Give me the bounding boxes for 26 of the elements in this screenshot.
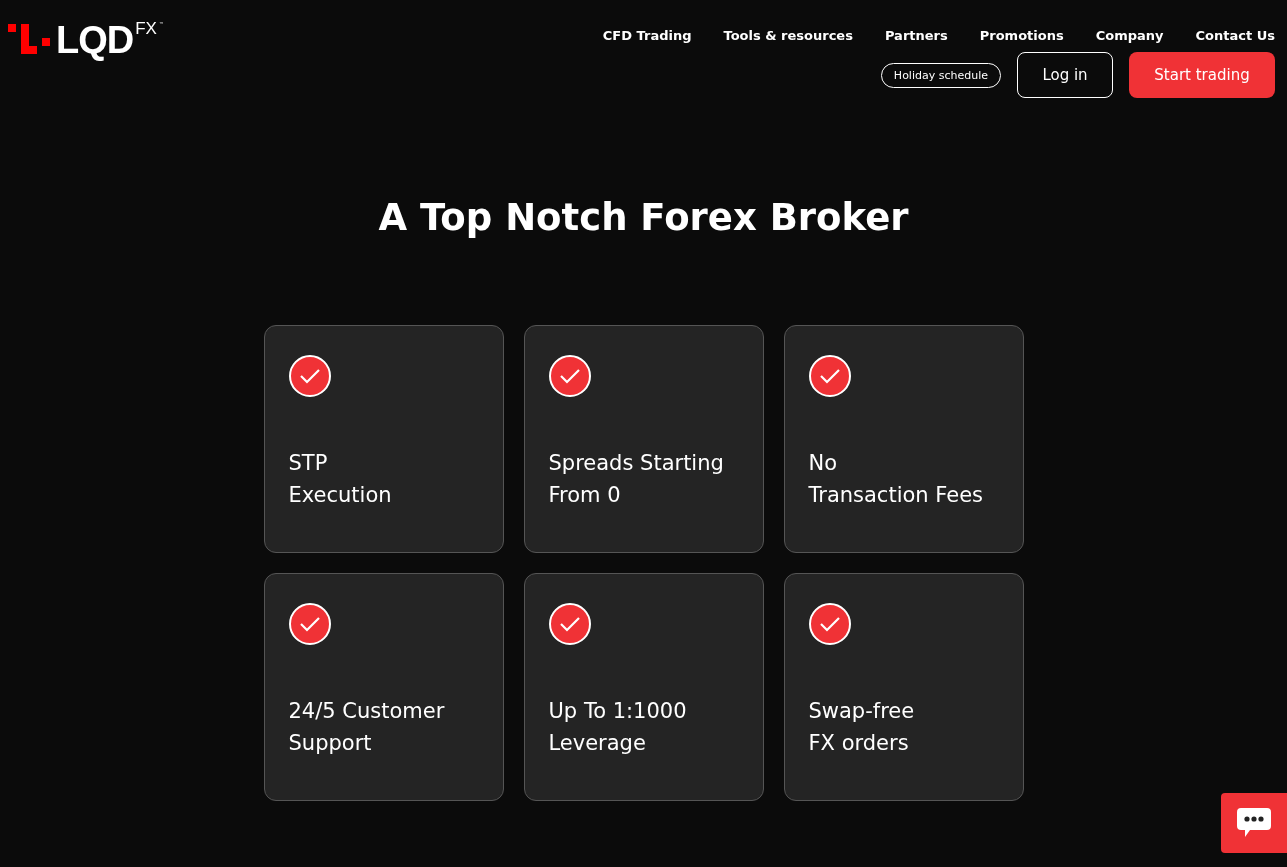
check-icon: [548, 603, 591, 645]
nav-link[interactable]: Tools & resources: [723, 28, 853, 43]
check-icon: [288, 603, 331, 645]
nav-link[interactable]: Contact Us: [1195, 28, 1275, 43]
check-icon: [288, 355, 331, 397]
login-button[interactable]: Log in: [1017, 52, 1113, 98]
nav-link[interactable]: CFD Trading: [602, 28, 692, 43]
feature-title: 24/5 Customer Support: [288, 698, 446, 757]
feature-title: STP Execution: [288, 450, 393, 509]
check-icon: [548, 355, 591, 397]
nav-link[interactable]: Company: [1095, 28, 1164, 43]
logo-icon: [8, 24, 50, 54]
check-icon: [808, 603, 851, 645]
logo-text: LQD: [56, 20, 134, 60]
start-trading-button[interactable]: Start trading: [1129, 52, 1275, 98]
chat-icon: [1237, 808, 1271, 838]
chat-button[interactable]: [1221, 793, 1287, 853]
nav-link[interactable]: Partners: [884, 28, 948, 43]
feature-title: Spreads Starting From 0: [548, 450, 725, 509]
check-icon: [808, 355, 851, 397]
feature-title: Up To 1:1000 Leverage: [548, 698, 688, 757]
feature-title: No Transaction Fees: [808, 450, 985, 509]
page-heading: A Top Notch Forex Broker: [377, 196, 910, 239]
nav-link[interactable]: Promotions: [979, 28, 1064, 43]
logo-suffix: FX: [135, 20, 157, 37]
feature-title: Swap-free FX orders: [808, 698, 916, 757]
